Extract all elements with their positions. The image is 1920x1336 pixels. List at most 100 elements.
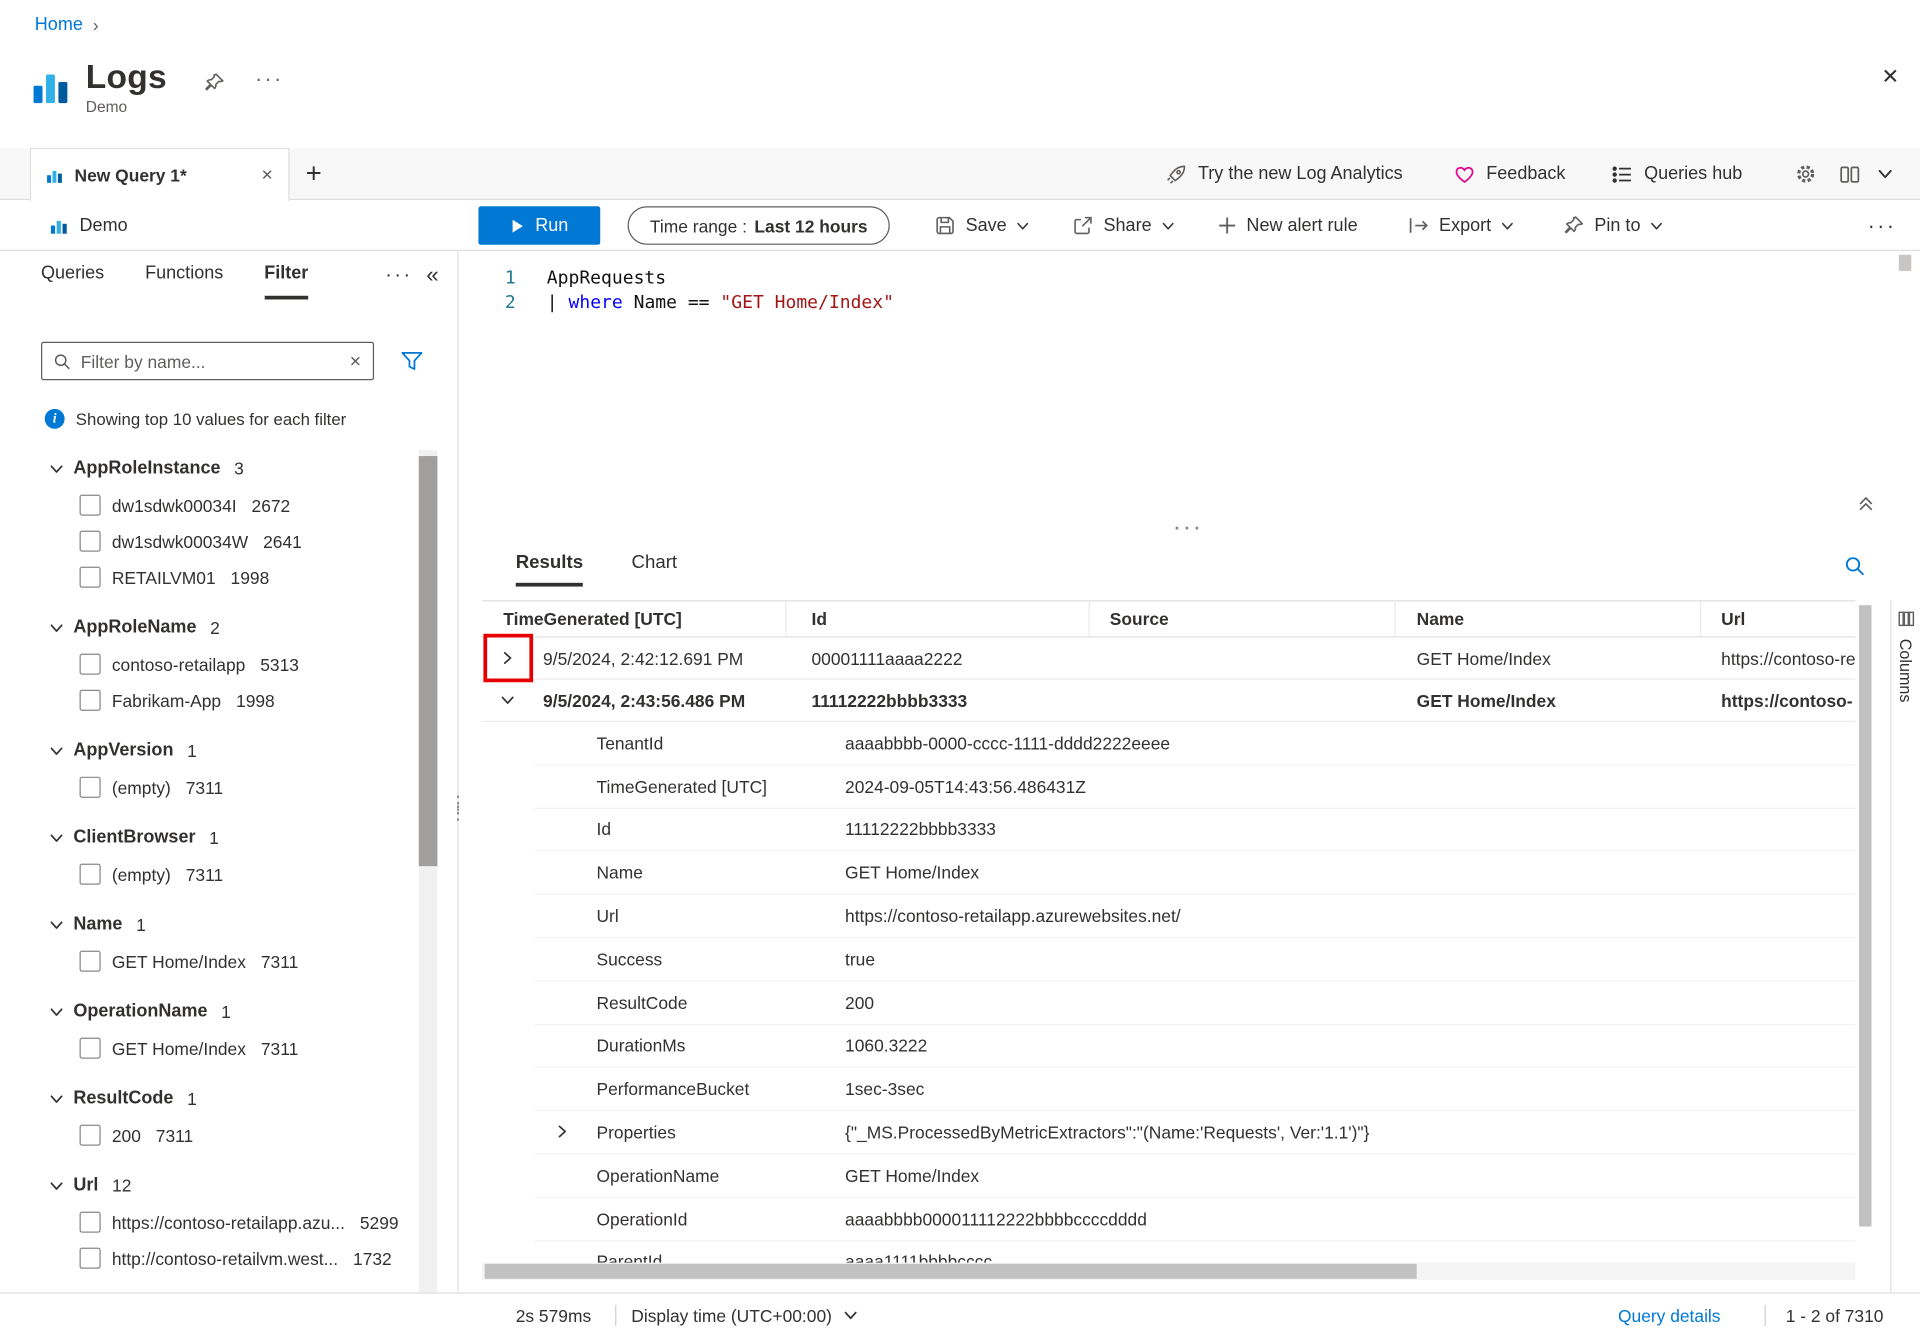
pane-resize-handle[interactable]: ⋮⋮: [449, 799, 468, 819]
share-button[interactable]: Share: [1072, 200, 1174, 251]
filter-checkbox[interactable]: [80, 1212, 101, 1233]
filter-checkbox[interactable]: [80, 567, 101, 588]
filter-checkbox[interactable]: [80, 531, 101, 552]
filter-funnel-icon[interactable]: [400, 349, 424, 373]
close-icon[interactable]: ✕: [1881, 65, 1899, 90]
queries-hub-button[interactable]: Queries hub: [1612, 148, 1742, 200]
column-header-id[interactable]: Id: [787, 601, 1090, 636]
results-horizontal-scrollbar[interactable]: [482, 1263, 1855, 1280]
toolbar-more-icon[interactable]: ···: [1868, 200, 1897, 251]
collapse-row-icon[interactable]: [501, 693, 515, 707]
sidebar-tab-filter[interactable]: Filter: [264, 263, 308, 299]
column-header-name[interactable]: Name: [1396, 601, 1702, 636]
filter-group-header[interactable]: ClientBrowser1: [0, 819, 419, 856]
filter-group-header[interactable]: ResultCode1: [0, 1080, 419, 1117]
results-splitter-handle[interactable]: ···: [459, 518, 1920, 538]
display-time-selector[interactable]: Display time (UTC+00:00): [631, 1294, 858, 1336]
try-new-log-analytics-button[interactable]: Try the new Log Analytics: [1166, 148, 1403, 200]
filter-item[interactable]: Fabrikam-App1998: [0, 682, 419, 718]
filter-checkbox[interactable]: [80, 951, 101, 972]
sidebar-tab-functions[interactable]: Functions: [145, 263, 223, 299]
pin-icon[interactable]: [204, 72, 225, 93]
export-button[interactable]: Export: [1408, 200, 1514, 251]
table-row[interactable]: 9/5/2024, 2:43:56.486 PM11112222bbbb3333…: [482, 680, 1855, 722]
columns-panel-toggle[interactable]: Columns: [1890, 600, 1920, 1292]
filter-item[interactable]: dw1sdwk00034W2641: [0, 523, 419, 559]
time-range-picker[interactable]: Time range : Last 12 hours: [628, 206, 890, 245]
table-row[interactable]: 9/5/2024, 2:42:12.691 PM00001111aaaa2222…: [482, 638, 1855, 680]
filter-item[interactable]: GET Home/Index7311: [0, 1030, 419, 1066]
code-line[interactable]: 2| where Name == "GET Home/Index": [478, 291, 894, 316]
detail-row[interactable]: OperationNameGET Home/Index: [534, 1154, 1855, 1197]
expand-detail-icon[interactable]: [555, 1122, 569, 1142]
filter-item[interactable]: (empty)7311: [0, 856, 419, 892]
column-header-source[interactable]: Source: [1090, 601, 1396, 636]
results-vertical-scrollbar[interactable]: [1859, 605, 1871, 1260]
collapse-editor-icon[interactable]: [1857, 495, 1876, 514]
filter-group-header[interactable]: AppRoleName2: [0, 609, 419, 646]
filter-item[interactable]: dw1sdwk00034I2672: [0, 487, 419, 523]
scope-selector[interactable]: Demo: [50, 200, 128, 251]
filter-item[interactable]: 2007311: [0, 1117, 419, 1153]
filter-group-header[interactable]: Url12: [0, 1167, 419, 1204]
filter-checkbox[interactable]: [80, 1248, 101, 1269]
detail-row[interactable]: NameGET Home/Index: [534, 852, 1855, 895]
code-line[interactable]: 1AppRequests: [478, 266, 894, 291]
filter-item[interactable]: (empty)7311: [0, 769, 419, 805]
pin-to-button[interactable]: Pin to: [1563, 200, 1663, 251]
column-header-url[interactable]: Url: [1701, 601, 1855, 636]
sidebar-scrollbar-thumb[interactable]: [419, 456, 438, 866]
tab-close-icon[interactable]: ✕: [261, 167, 274, 184]
detail-row[interactable]: DurationMs1060.3222: [534, 1025, 1855, 1068]
tab-new-query[interactable]: New Query 1* ✕: [30, 148, 290, 201]
query-details-link[interactable]: Query details: [1618, 1294, 1721, 1336]
results-search-icon[interactable]: [1844, 555, 1865, 576]
detail-row[interactable]: Id11112222bbbb3333: [534, 808, 1855, 851]
editor-scrollbar[interactable]: [1899, 255, 1911, 511]
editor-scrollbar-thumb[interactable]: [1899, 255, 1911, 271]
results-vscroll-thumb[interactable]: [1859, 605, 1871, 1226]
detail-row[interactable]: Successtrue: [534, 938, 1855, 981]
panel-chevron-button[interactable]: [1878, 148, 1893, 200]
save-button[interactable]: Save: [935, 200, 1030, 251]
filter-checkbox[interactable]: [80, 864, 101, 885]
feedback-button[interactable]: Feedback: [1454, 148, 1565, 200]
clear-search-icon[interactable]: ✕: [349, 352, 362, 369]
sidebar-collapse-icon[interactable]: «: [426, 262, 438, 288]
filter-checkbox[interactable]: [80, 1038, 101, 1059]
detail-row[interactable]: ParentIdaaaa1111bbbbcccc: [534, 1241, 1855, 1264]
tab-chart[interactable]: Chart: [632, 552, 678, 587]
more-options-icon[interactable]: ···: [255, 67, 284, 92]
filter-checkbox[interactable]: [80, 495, 101, 516]
new-tab-button[interactable]: +: [306, 158, 322, 190]
filter-group-header[interactable]: AppRoleInstance3: [0, 450, 419, 487]
filter-group-header[interactable]: AppVersion1: [0, 732, 419, 769]
sidebar-tab-queries[interactable]: Queries: [41, 263, 104, 299]
filter-checkbox[interactable]: [80, 690, 101, 711]
filter-checkbox[interactable]: [80, 1125, 101, 1146]
settings-button[interactable]: [1794, 148, 1816, 200]
query-editor[interactable]: 1AppRequests2| where Name == "GET Home/I…: [459, 252, 1920, 518]
filter-item[interactable]: http://contoso-retailvm.west...1732: [0, 1240, 419, 1276]
detail-row[interactable]: OperationIdaaaabbbb000011112222bbbbccccd…: [534, 1198, 1855, 1241]
detail-row[interactable]: TenantIdaaaabbbb-0000-cccc-1111-dddd2222…: [534, 722, 1855, 765]
filter-item[interactable]: contoso-retailapp5313: [0, 646, 419, 682]
breadcrumb-home-link[interactable]: Home: [35, 15, 83, 35]
filter-item[interactable]: https://contoso-retailapp.azu...5299: [0, 1204, 419, 1240]
sidebar-scrollbar[interactable]: [419, 450, 438, 1293]
filter-checkbox[interactable]: [80, 777, 101, 798]
column-header-timegenerated-utc-[interactable]: TimeGenerated [UTC]: [482, 601, 786, 636]
filter-checkbox[interactable]: [80, 654, 101, 675]
detail-row[interactable]: Properties{"_MS.ProcessedByMetricExtract…: [534, 1111, 1855, 1154]
results-hscroll-thumb[interactable]: [485, 1264, 1417, 1279]
filter-group-header[interactable]: Name1: [0, 906, 419, 943]
detail-row[interactable]: ResultCode200: [534, 981, 1855, 1024]
detail-row[interactable]: TimeGenerated [UTC]2024-09-05T14:43:56.4…: [534, 765, 1855, 808]
filter-group-header[interactable]: OperationName1: [0, 993, 419, 1030]
layout-panel-button[interactable]: [1839, 148, 1860, 200]
sidebar-more-icon[interactable]: ···: [385, 265, 412, 287]
run-button[interactable]: Run: [478, 206, 600, 245]
filter-search-input[interactable]: [81, 351, 339, 371]
filter-item[interactable]: RETAILVM011998: [0, 559, 419, 595]
new-alert-rule-button[interactable]: New alert rule: [1218, 200, 1358, 251]
